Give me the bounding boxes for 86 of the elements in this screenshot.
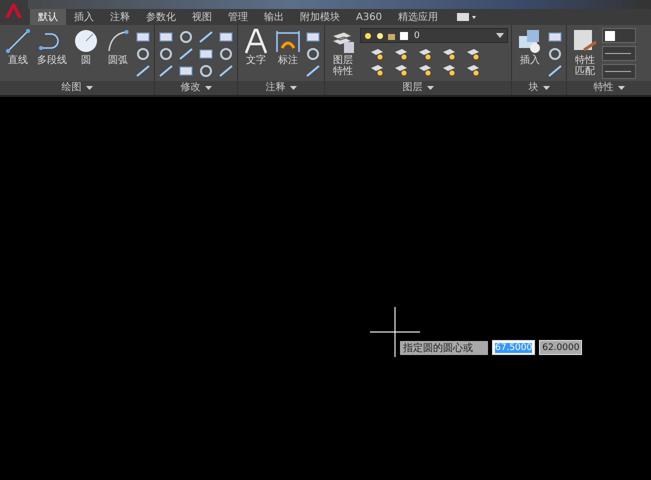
layers-icon xyxy=(330,31,354,53)
caret-icon xyxy=(542,86,550,90)
layer-tool-icon[interactable] xyxy=(418,64,432,76)
tool-icon[interactable] xyxy=(158,47,174,61)
panel-title-bar[interactable]: 注释 xyxy=(238,81,324,95)
tool-icon[interactable] xyxy=(198,30,214,44)
tool-icon[interactable] xyxy=(547,47,563,61)
arc-icon xyxy=(108,30,128,52)
layer-tool-icon[interactable] xyxy=(418,48,432,60)
tool-icon[interactable] xyxy=(198,47,214,61)
ribbon-tab[interactable]: 注释 xyxy=(102,9,138,25)
layer-tool-icon[interactable] xyxy=(442,48,456,60)
tool-icon[interactable] xyxy=(178,30,194,44)
panel-title: 图层 xyxy=(402,82,422,94)
ribbon-tab[interactable]: 参数化 xyxy=(138,9,184,25)
panel-title: 特性 xyxy=(594,82,614,94)
layer-tool-icon[interactable] xyxy=(370,48,384,60)
tool-icon[interactable] xyxy=(547,30,563,44)
caret-icon xyxy=(496,33,504,38)
layer-tool-icon[interactable] xyxy=(466,48,480,60)
tool-button[interactable]: 插入 xyxy=(515,28,545,66)
ribbon-tab[interactable]: 输出 xyxy=(256,9,292,25)
ribbon-tab[interactable]: 管理 xyxy=(220,9,256,25)
tool-icon[interactable] xyxy=(135,30,151,44)
letter-icon xyxy=(244,28,268,54)
line-icon xyxy=(6,29,30,53)
ribbon-tab[interactable]: A360 xyxy=(348,9,390,25)
panel-title-bar[interactable]: 图层 xyxy=(325,81,511,95)
layer-tool-icon[interactable] xyxy=(466,64,480,76)
caret-icon xyxy=(618,86,624,90)
tool-button[interactable]: 特性匹配 xyxy=(570,28,600,77)
tool-button[interactable]: 多段线 xyxy=(35,28,69,66)
panel-title: 修改 xyxy=(180,82,200,94)
panel-title: 绘图 xyxy=(62,82,82,94)
dimension-icon xyxy=(276,30,300,53)
insert-icon xyxy=(519,30,540,53)
tool-icon[interactable] xyxy=(305,47,321,61)
caret-icon xyxy=(204,86,212,90)
caret-icon xyxy=(86,86,92,90)
panel-toggle-icon[interactable] xyxy=(456,12,478,22)
tool-button[interactable]: 标注 xyxy=(273,28,303,66)
polyline-icon xyxy=(39,33,59,50)
ribbon-tab[interactable]: 附加模块 xyxy=(292,9,348,25)
ribbon-tab[interactable]: 视图 xyxy=(184,9,220,25)
tool-icon[interactable] xyxy=(547,64,563,78)
ribbon-tab[interactable]: 精选应用 xyxy=(390,9,446,25)
tool-icon[interactable] xyxy=(158,30,174,44)
tool-icon[interactable] xyxy=(178,64,194,78)
tool-icon[interactable] xyxy=(218,30,234,44)
tool-icon[interactable] xyxy=(305,30,321,44)
panel-title-bar[interactable]: 块 xyxy=(512,81,566,95)
tool-icon[interactable] xyxy=(198,64,214,78)
layer-dropdown[interactable]: 0 xyxy=(360,28,508,43)
tool-button[interactable]: 圆 xyxy=(71,28,101,66)
circle-icon xyxy=(75,30,97,52)
layer-tool-icon[interactable] xyxy=(394,64,408,76)
tool-icon[interactable] xyxy=(135,47,151,61)
tool-button[interactable]: 图层特性 xyxy=(328,28,358,77)
tool-icon[interactable] xyxy=(305,64,321,78)
layer-tool-icon[interactable] xyxy=(394,48,408,60)
tool-button[interactable]: 圆弧 xyxy=(103,28,133,66)
tool-icon[interactable] xyxy=(135,64,151,78)
tool-icon[interactable] xyxy=(218,47,234,61)
layer-tool-icon[interactable] xyxy=(442,64,456,76)
ribbon-tab[interactable]: 默认 xyxy=(30,9,66,25)
panel-title-bar[interactable]: 修改 xyxy=(155,81,237,95)
panel-title: 注释 xyxy=(266,82,286,94)
match-icon xyxy=(574,30,597,52)
tool-icon[interactable] xyxy=(218,64,234,78)
panel-title: 块 xyxy=(528,82,538,94)
caret-icon xyxy=(290,86,296,90)
tool-button[interactable]: 直线 xyxy=(3,28,33,66)
lineweight-field[interactable] xyxy=(602,64,636,79)
tool-button[interactable]: 文字 xyxy=(241,28,271,66)
tool-icon[interactable] xyxy=(158,64,174,78)
tool-icon[interactable] xyxy=(178,47,194,61)
linetype-field[interactable] xyxy=(602,46,636,61)
layer-tool-icon[interactable] xyxy=(370,64,384,76)
command-prompt: 指定圆的圆心或 xyxy=(400,340,488,354)
color-field[interactable] xyxy=(602,28,636,43)
panel-title-bar[interactable]: 绘图 xyxy=(0,81,154,95)
ribbon-tab[interactable]: 插入 xyxy=(66,9,102,25)
caret-icon xyxy=(426,86,434,90)
panel-title-bar[interactable]: 特性 xyxy=(567,81,651,95)
layer-state-icon xyxy=(364,30,410,40)
coordinate-input[interactable]: 62.0000 xyxy=(539,340,582,355)
